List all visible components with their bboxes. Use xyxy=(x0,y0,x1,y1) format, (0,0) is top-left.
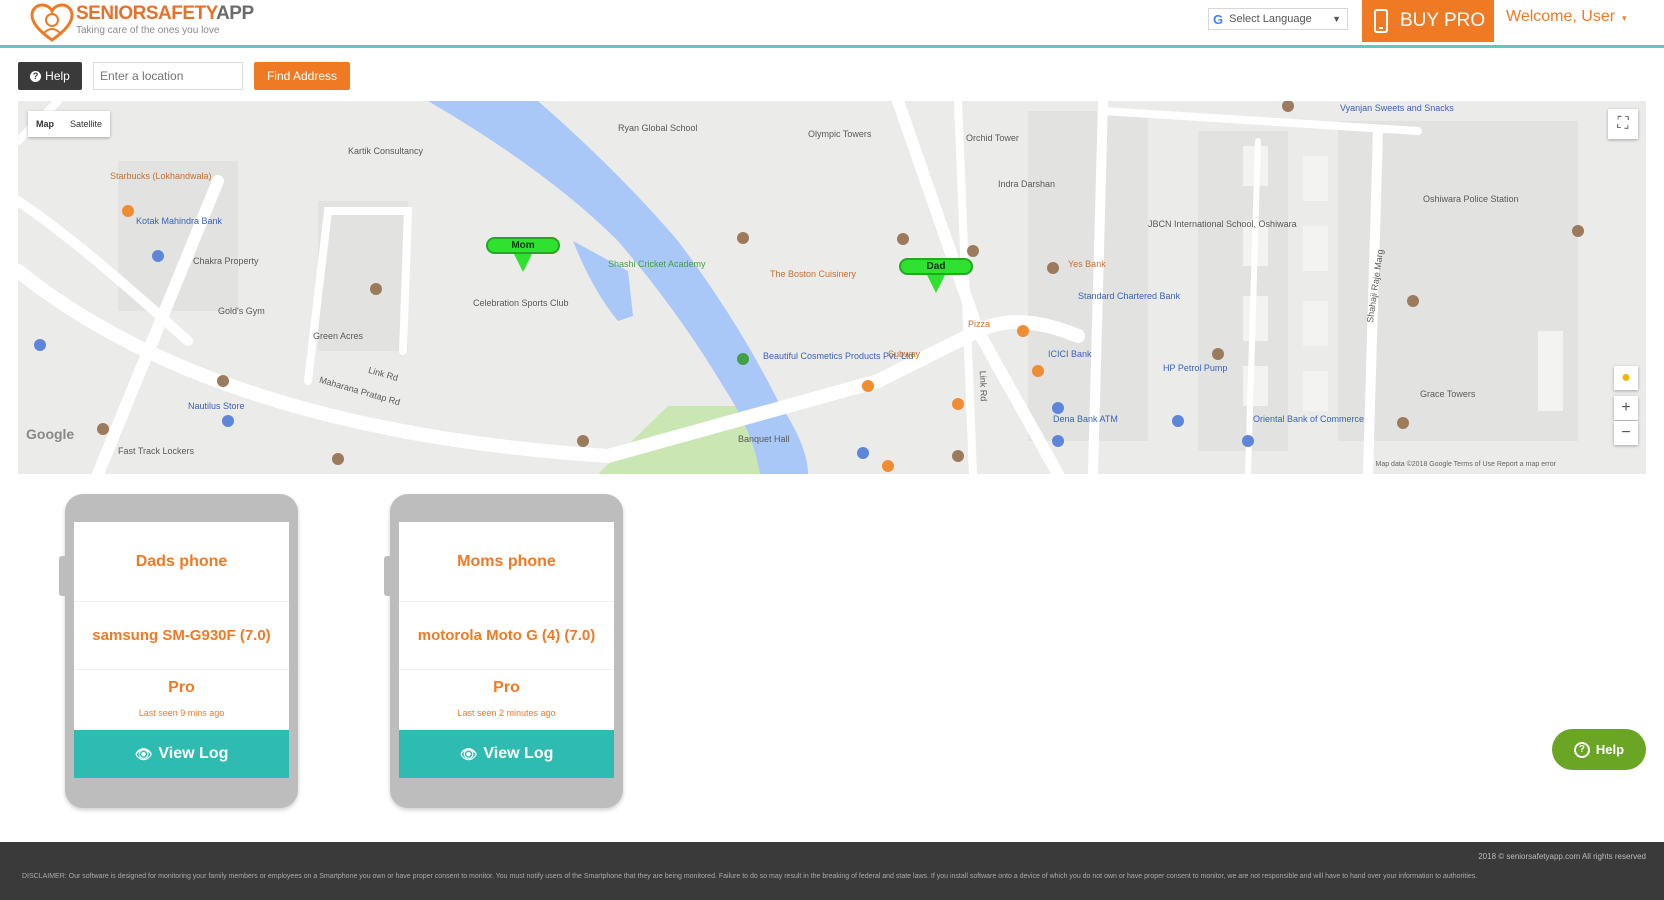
map-label: Dena Bank ATM xyxy=(1053,414,1118,424)
question-icon: ? xyxy=(1573,741,1590,758)
device-last-seen: Last seen 9 mins ago xyxy=(138,708,225,718)
map-view[interactable]: Map Satellite ⛶ ● + − Mom Dad Ryan Globa… xyxy=(18,101,1646,474)
map-label: Orchid Tower xyxy=(966,133,1019,143)
page-footer: 2018 © seniorsafetyapp.com All rights re… xyxy=(0,842,1664,900)
map-label: Banquet Hall xyxy=(738,434,790,444)
logo-brand-primary: SENIORSAFETY xyxy=(76,3,217,24)
map-label: Subway xyxy=(888,349,921,359)
map-label: Indra Darshan xyxy=(998,179,1056,189)
marker-pin-icon xyxy=(514,254,532,272)
eye-icon: 👁 xyxy=(134,745,153,762)
map-label: Celebration Sports Club xyxy=(473,298,569,308)
buy-pro-button[interactable]: BUY PRO xyxy=(1362,0,1494,42)
info-icon: ? xyxy=(30,70,42,82)
find-address-button[interactable]: Find Address xyxy=(254,62,350,90)
google-g-icon: G xyxy=(1213,11,1224,27)
view-log-label: View Log xyxy=(483,745,554,762)
zoom-out-button[interactable]: − xyxy=(1614,421,1638,445)
marker-pin-icon xyxy=(927,275,945,293)
map-label: ICICI Bank xyxy=(1048,349,1092,359)
device-model: motorola Moto G (4) (7.0) xyxy=(399,602,614,670)
map-label: Standard Chartered Bank xyxy=(1078,291,1181,301)
welcome-label: Welcome, User xyxy=(1506,8,1616,25)
map-label: Vyanjan Sweets and Snacks xyxy=(1340,103,1454,113)
map-label: Chakra Property xyxy=(193,256,259,266)
help-button-label: Help xyxy=(45,69,70,83)
device-name: Dads phone xyxy=(74,522,289,602)
chevron-down-icon: ▼ xyxy=(1332,14,1341,24)
pegman-icon: ● xyxy=(1621,369,1631,386)
map-label: Grace Towers xyxy=(1420,389,1476,399)
minus-icon: − xyxy=(1621,424,1631,441)
map-label: JBCN International School, Oshiwara xyxy=(1148,219,1297,229)
map-label: Olympic Towers xyxy=(808,129,872,139)
device-screen: Dads phone samsung SM-G930F (7.0) Pro La… xyxy=(74,522,289,778)
top-header: SENIORSAFETYAPP Taking care of the ones … xyxy=(0,0,1664,48)
map-label: Shashi Cricket Academy xyxy=(608,259,706,269)
zoom-in-button[interactable]: + xyxy=(1614,396,1638,420)
logo-brand-secondary: APP xyxy=(216,3,254,24)
floating-help-label: Help xyxy=(1595,742,1625,757)
map-marker-dad[interactable]: Dad xyxy=(899,258,973,293)
view-log-button[interactable]: 👁 View Log xyxy=(399,730,614,778)
map-label: The Boston Cuisinery xyxy=(770,269,857,279)
map-marker-label: Mom xyxy=(486,237,560,254)
map-marker-mom[interactable]: Mom xyxy=(486,237,560,272)
fullscreen-button[interactable]: ⛶ xyxy=(1608,109,1638,139)
device-plan: Pro xyxy=(493,679,520,696)
map-label: Oshiwara Police Station xyxy=(1423,194,1519,204)
map-label: Gold's Gym xyxy=(218,306,265,316)
map-label: Kartik Consultancy xyxy=(348,146,424,156)
plus-icon: + xyxy=(1621,399,1631,416)
chevron-down-icon: ▾ xyxy=(1619,13,1627,23)
map-label: Ryan Global School xyxy=(618,123,698,133)
map-label: Green Acres xyxy=(313,331,364,341)
map-label: Fast Track Lockers xyxy=(118,446,195,456)
location-input[interactable] xyxy=(93,62,243,90)
help-button[interactable]: ? Help xyxy=(18,62,82,90)
map-label: Yes Bank xyxy=(1068,259,1106,269)
map-canvas xyxy=(18,101,1584,474)
map-type-toggle[interactable]: Map Satellite xyxy=(28,111,111,137)
fullscreen-icon: ⛶ xyxy=(1617,115,1629,132)
device-screen: Moms phone motorola Moto G (4) (7.0) Pro… xyxy=(399,522,614,778)
view-log-label: View Log xyxy=(158,745,229,762)
device-name: Moms phone xyxy=(399,522,614,602)
device-model: samsung SM-G930F (7.0) xyxy=(74,602,289,670)
heart-logo-icon xyxy=(30,3,74,42)
map-label: Link Rd xyxy=(977,370,989,402)
map-type-map[interactable]: Map xyxy=(28,111,62,137)
map-marker-label: Dad xyxy=(899,258,973,275)
footer-disclaimer: DISCLAIMER: Our software is designed for… xyxy=(22,873,1478,880)
phone-icon xyxy=(1374,9,1388,33)
user-menu[interactable]: Welcome, User ▾ xyxy=(1506,8,1627,26)
footer-copyright: 2018 © seniorsafetyapp.com All rights re… xyxy=(1478,852,1646,861)
logo[interactable]: SENIORSAFETYAPP Taking care of the ones … xyxy=(30,3,254,43)
map-label: Nautilus Store xyxy=(188,401,245,411)
map-label: HP Petrol Pump xyxy=(1163,363,1228,373)
google-logo: Google xyxy=(26,426,75,442)
map-attribution[interactable]: Map data ©2018 Google Terms of Use Repor… xyxy=(1375,461,1556,468)
map-type-satellite[interactable]: Satellite xyxy=(62,111,110,137)
view-log-button[interactable]: 👁 View Log xyxy=(74,730,289,778)
device-last-seen: Last seen 2 minutes ago xyxy=(457,708,556,718)
eye-icon: 👁 xyxy=(459,745,478,762)
buy-pro-label: BUY PRO xyxy=(1400,10,1486,31)
device-plan: Pro xyxy=(168,679,195,696)
map-label: Pizza xyxy=(968,319,991,329)
device-card-mom: Moms phone motorola Moto G (4) (7.0) Pro… xyxy=(384,494,623,808)
map-label: Starbucks (Lokhandwala) xyxy=(110,171,212,181)
language-select-label: Select Language xyxy=(1229,13,1312,25)
pegman-button[interactable]: ● xyxy=(1614,366,1638,390)
map-label: Kotak Mahindra Bank xyxy=(136,216,223,226)
floating-help-button[interactable]: ? Help xyxy=(1552,729,1646,770)
map-label: Oriental Bank of Commerce xyxy=(1253,414,1365,424)
language-select[interactable]: G Select Language ▼ xyxy=(1208,8,1348,30)
logo-tagline: Taking care of the ones you love xyxy=(76,25,220,36)
device-card-dad: Dads phone samsung SM-G930F (7.0) Pro La… xyxy=(59,494,298,808)
